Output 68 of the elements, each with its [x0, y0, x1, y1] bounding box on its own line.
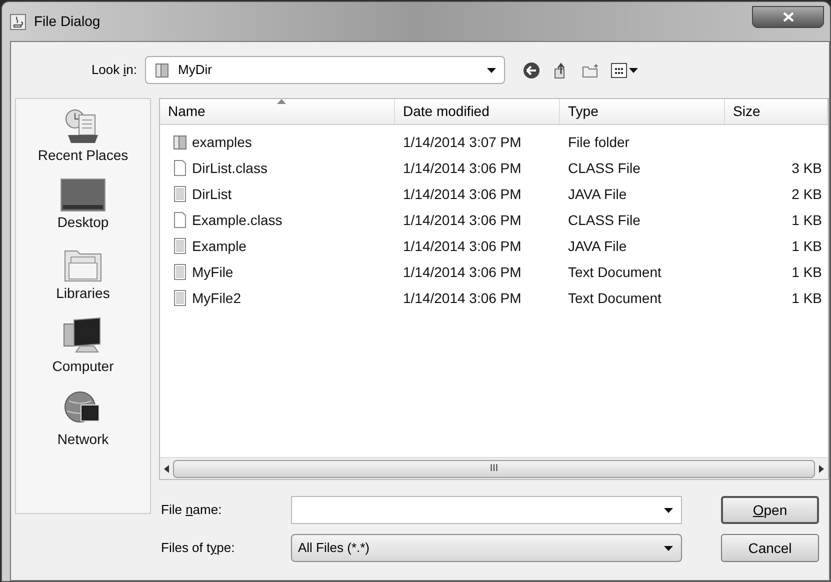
file-name-cell[interactable]: MyFile — [160, 262, 395, 282]
date-cell-text: 1/14/2014 3:07 PM — [402, 132, 522, 152]
date-cell-text: 1/14/2014 3:06 PM — [402, 288, 522, 308]
type-cell-text: JAVA File — [567, 184, 628, 204]
file-name-cell[interactable]: examples — [160, 132, 395, 152]
dialog-button[interactable]: Cancel — [721, 534, 819, 562]
look-in-label: Look in: — [90, 61, 138, 80]
back-button[interactable] — [521, 60, 541, 80]
date-cell-text: 1/14/2014 3:06 PM — [402, 210, 522, 230]
dropdown-caret-icon — [487, 68, 496, 72]
place-item[interactable]: Desktop — [57, 178, 109, 233]
file-name-cell[interactable]: MyFile2 — [160, 288, 395, 308]
size-cell-text: 3 KB — [790, 158, 823, 178]
window-title: File Dialog — [34, 12, 100, 31]
scroll-left-icon — [164, 464, 169, 472]
size-cell-text: 1 KB — [790, 236, 823, 256]
dialog-button[interactable]: Open — [721, 496, 819, 524]
size-cell-text: 2 KB — [790, 184, 823, 204]
java-cup-icon — [10, 14, 26, 30]
type-cell-text: Text Document — [567, 288, 662, 308]
file-name-cell[interactable]: Example — [160, 236, 395, 256]
type-cell-text: JAVA File — [567, 236, 628, 256]
file-name-cell[interactable]: DirList.class — [160, 158, 395, 178]
place-item[interactable]: Libraries — [56, 245, 110, 304]
column-header[interactable]: Name — [160, 99, 395, 124]
sort-ascending-icon — [277, 99, 286, 104]
text-file-icon — [172, 238, 188, 254]
text-file-icon — [172, 186, 188, 202]
close-icon — [782, 12, 794, 22]
view-menu-button[interactable] — [611, 60, 638, 80]
type-cell-text: CLASS File — [567, 210, 642, 230]
dropdown-caret-icon — [664, 508, 673, 512]
file-name-cell[interactable]: Example.class — [160, 210, 395, 230]
file-type-dropdown[interactable]: All Files (*.*) — [291, 534, 682, 562]
size-cell-text: 1 KB — [790, 262, 823, 282]
close-button[interactable] — [752, 6, 824, 28]
date-cell-text: 1/14/2014 3:06 PM — [402, 184, 522, 204]
new-folder-icon — [582, 62, 600, 78]
type-cell-text: CLASS File — [567, 158, 642, 178]
scroll-right-icon — [819, 464, 824, 472]
column-header[interactable]: Date modified — [395, 99, 560, 124]
file-name-cell[interactable]: DirList — [160, 184, 395, 204]
scrollbar-thumb[interactable]: III — [173, 460, 815, 478]
size-cell-text: 1 KB — [790, 210, 823, 230]
text-file-icon — [172, 264, 188, 280]
grid-view-icon — [611, 62, 627, 78]
date-cell-text: 1/14/2014 3:06 PM — [402, 158, 522, 178]
size-cell-text: 1 KB — [790, 288, 823, 308]
file-name-label: File name: — [161, 501, 223, 520]
place-item[interactable]: Recent Places — [38, 107, 128, 166]
type-cell-text: File folder — [567, 132, 630, 152]
horizontal-scrollbar[interactable]: III — [160, 457, 828, 479]
file-icon — [172, 212, 188, 228]
file-type-label: Files of type: — [161, 539, 236, 558]
type-cell-text: Text Document — [567, 262, 662, 282]
file-icon — [172, 160, 188, 176]
dropdown-caret-icon — [664, 546, 673, 550]
text-file-icon — [172, 290, 188, 306]
place-item[interactable]: Network — [57, 389, 109, 450]
place-item[interactable]: Computer — [52, 316, 114, 377]
column-header[interactable]: Type — [560, 99, 725, 124]
date-cell-text: 1/14/2014 3:06 PM — [402, 236, 522, 256]
file-name-field[interactable] — [291, 496, 682, 524]
look-in-dropdown[interactable]: MyDir — [145, 56, 505, 84]
dropdown-caret-icon — [629, 68, 638, 72]
column-header[interactable]: Size — [725, 99, 828, 124]
desktop-icon — [60, 178, 106, 212]
date-cell-text: 1/14/2014 3:06 PM — [402, 262, 522, 282]
